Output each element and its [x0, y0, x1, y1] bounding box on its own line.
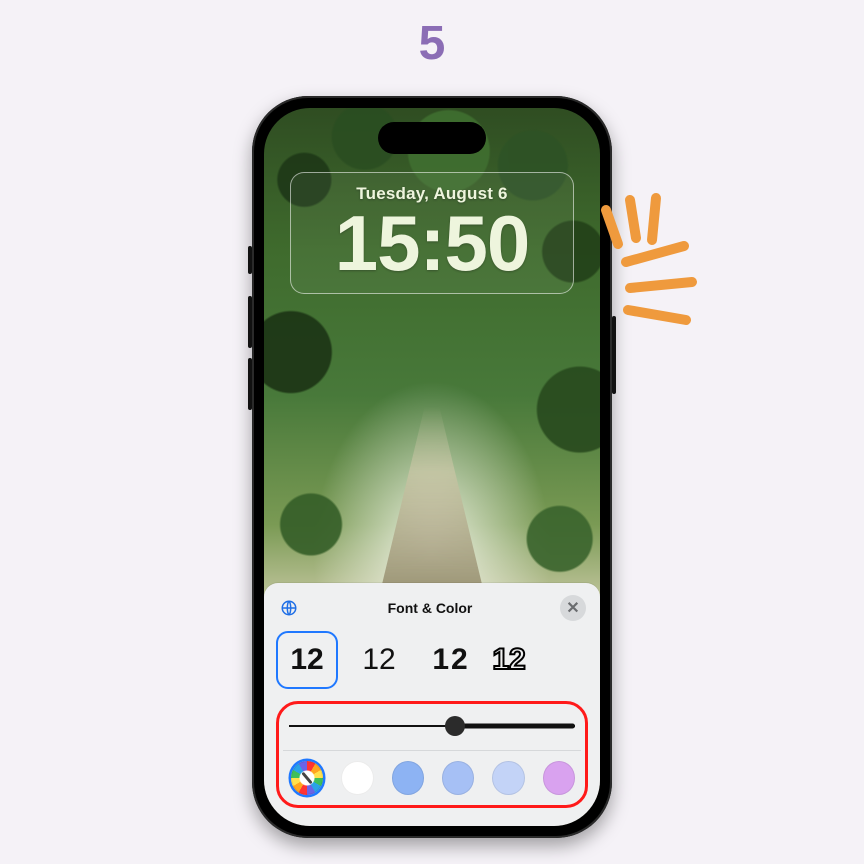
font-option-2[interactable]: 12	[348, 631, 410, 689]
font-color-sheet: Font & Color ✕ 12 12 12 12	[264, 583, 600, 826]
color-swatch-orchid[interactable]	[543, 761, 575, 795]
dynamic-island	[378, 122, 486, 154]
emphasis-strokes-icon	[596, 186, 736, 336]
font-style-row[interactable]: 12 12 12 12	[276, 629, 588, 699]
step-number: 5	[419, 16, 446, 71]
color-swatch-white[interactable]	[341, 761, 373, 795]
font-option-4[interactable]: 12	[492, 631, 526, 689]
color-swatch-periwinkle[interactable]	[442, 761, 474, 795]
color-swatch-lavender[interactable]	[492, 761, 524, 795]
side-button-vol-up	[248, 296, 252, 348]
annotation-highlight	[276, 701, 588, 808]
divider	[283, 750, 581, 751]
side-button-power	[612, 316, 616, 394]
font-option-3[interactable]: 12	[420, 631, 482, 689]
sheet-header: Font & Color ✕	[276, 595, 588, 629]
color-swatch-cornflower[interactable]	[392, 761, 424, 795]
side-button-vol-down	[248, 358, 252, 410]
globe-icon[interactable]	[278, 597, 300, 619]
sheet-title: Font & Color	[300, 600, 560, 616]
iphone-frame: Tuesday, August 6 15:50 Font & Color ✕ 1…	[252, 96, 612, 838]
close-icon[interactable]: ✕	[560, 595, 586, 621]
slider-track-thick	[455, 724, 575, 729]
lockscreen-time: 15:50	[300, 206, 564, 280]
side-button-silent	[248, 246, 252, 274]
color-swatch-row	[289, 761, 575, 795]
phone-screen: Tuesday, August 6 15:50 Font & Color ✕ 1…	[264, 108, 600, 826]
weight-slider[interactable]	[289, 712, 575, 740]
font-option-1[interactable]: 12	[276, 631, 338, 689]
lockscreen-clock-region[interactable]: Tuesday, August 6 15:50	[300, 184, 564, 280]
color-picker-swatch[interactable]	[291, 761, 323, 795]
slider-thumb[interactable]	[445, 716, 465, 736]
